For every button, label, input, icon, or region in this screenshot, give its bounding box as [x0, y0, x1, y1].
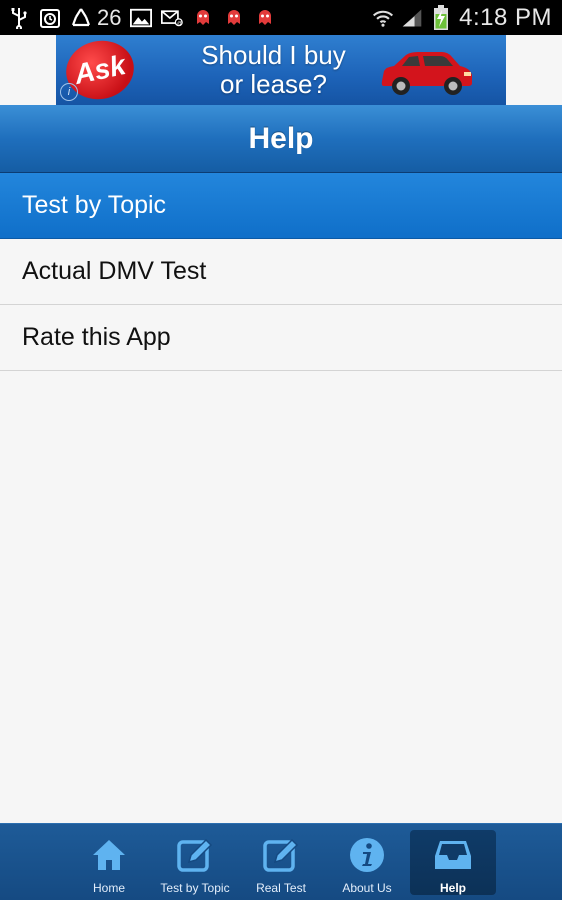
help-menu-list: Test by Topic Actual DMV Test Rate this …: [0, 173, 562, 371]
list-item-rate-this-app[interactable]: Rate this App: [0, 305, 562, 371]
alarm-icon: [39, 7, 61, 29]
tab-label: Help: [439, 881, 466, 895]
list-item-test-by-topic[interactable]: Test by Topic: [0, 173, 562, 239]
page-title: Help: [248, 121, 314, 155]
notification-count: 26: [97, 4, 122, 30]
home-icon: [90, 836, 128, 874]
car-image: [381, 52, 472, 95]
ad-banner[interactable]: Ask Should I buy or lease? i: [56, 35, 506, 105]
svg-text:@: @: [178, 20, 183, 26]
email-icon: @: [161, 7, 184, 29]
tab-help[interactable]: Help: [410, 830, 496, 895]
tab-label: Test by Topic: [160, 881, 230, 895]
battery-charging-icon: [430, 4, 452, 30]
ad-headline-line1: Should I buy: [201, 40, 346, 70]
app-notification-icon: [192, 7, 214, 29]
list-item-actual-dmv-test[interactable]: Actual DMV Test: [0, 239, 562, 305]
edit-icon: [262, 836, 300, 874]
clock: 4:18 PM: [459, 3, 552, 31]
inbox-icon: [434, 836, 472, 874]
bottom-tab-bar: Home Test by Topic Real Test About Us He…: [0, 823, 562, 900]
list-item-label: Actual DMV Test: [22, 257, 207, 285]
info-icon: [348, 836, 386, 874]
app-notification-icon: [254, 7, 276, 29]
recycle-icon: [70, 7, 92, 29]
tab-about-us[interactable]: About Us: [324, 824, 410, 900]
list-item-label: Rate this App: [22, 323, 171, 351]
list-item-label: Test by Topic: [22, 191, 167, 219]
gallery-icon: [130, 7, 153, 29]
wifi-icon: [372, 7, 394, 29]
tab-label: Real Test: [256, 881, 306, 895]
tab-real-test[interactable]: Real Test: [238, 824, 324, 900]
app-notification-icon: [223, 7, 245, 29]
ad-headline-line2: or lease?: [220, 69, 327, 99]
tab-label: About Us: [342, 881, 392, 895]
status-bar: 26 @ 4:18 PM: [0, 0, 562, 35]
ad-headline: Should I buy or lease?: [186, 41, 361, 99]
page-header: Help: [0, 105, 562, 173]
tab-label: Home: [92, 881, 125, 895]
tab-home[interactable]: Home: [66, 824, 152, 900]
signal-icon: [401, 7, 423, 29]
usb-icon: [8, 7, 30, 29]
tab-test-by-topic[interactable]: Test by Topic: [152, 824, 238, 900]
ad-info-icon[interactable]: i: [60, 83, 78, 101]
edit-icon: [176, 836, 214, 874]
